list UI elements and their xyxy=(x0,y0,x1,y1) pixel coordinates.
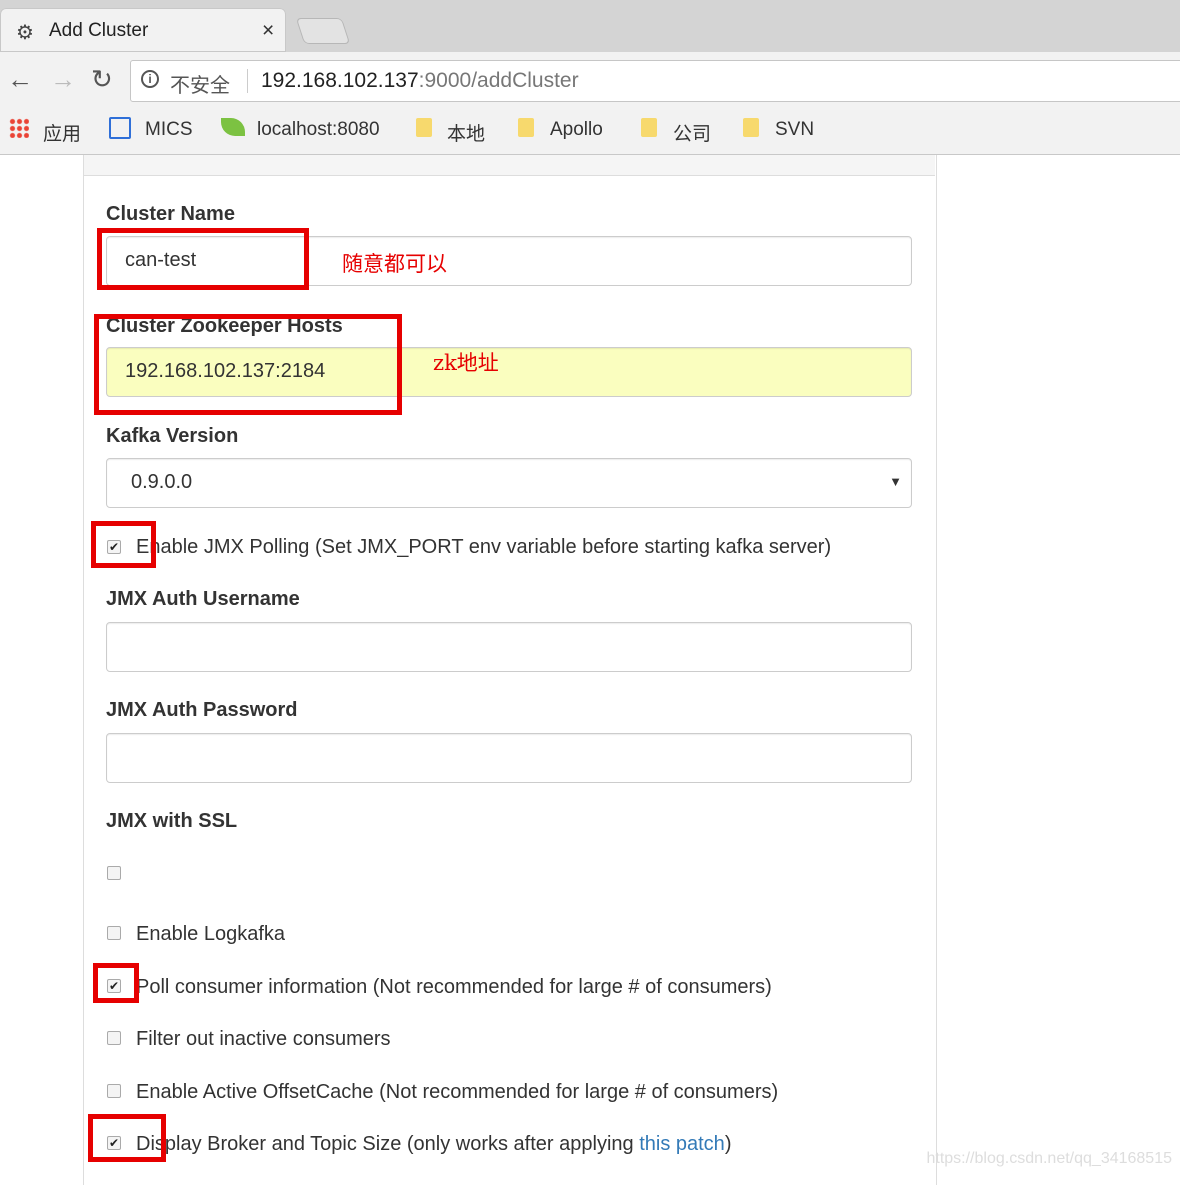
apps-grid-icon xyxy=(9,118,29,138)
jmx-username-input[interactable] xyxy=(106,622,912,672)
security-label[interactable]: 不安全 xyxy=(170,69,230,98)
filter-inactive-checkbox[interactable] xyxy=(107,1031,121,1045)
back-icon[interactable]: ← xyxy=(7,66,33,92)
jmx-username-label: JMX Auth Username xyxy=(106,588,300,610)
folder-icon xyxy=(518,118,534,137)
info-icon[interactable]: i xyxy=(141,70,159,88)
cluster-name-label: Cluster Name xyxy=(106,203,235,225)
offset-cache-checkbox[interactable] xyxy=(107,1084,121,1098)
poll-consumer-label: Poll consumer information (Not recommend… xyxy=(136,976,772,998)
bookmark-label: SVN xyxy=(775,119,815,140)
jmx-ssl-checkbox[interactable] xyxy=(107,866,121,880)
enable-logkafka-label: Enable Logkafka xyxy=(136,923,286,945)
bookmark-label: Apollo xyxy=(550,119,603,140)
display-size-text-end: ) xyxy=(724,1133,732,1155)
watermark: https://blog.csdn.net/qq_34168515 xyxy=(926,1150,1172,1167)
kafka-version-label: Kafka Version xyxy=(106,425,239,447)
panel-heading xyxy=(84,155,935,176)
folder-icon xyxy=(416,118,432,137)
filter-inactive-label: Filter out inactive consumers xyxy=(136,1028,391,1050)
kafka-version-value: 0.9.0.0 xyxy=(131,471,193,493)
chevron-down-icon: ▼ xyxy=(889,474,902,489)
tab-close-icon[interactable]: × xyxy=(262,19,274,43)
annotation-box-jmx xyxy=(91,521,156,568)
kafka-manager-tab-icon: ⚙ xyxy=(16,22,34,44)
bookmark-label: MICS xyxy=(145,119,193,140)
forward-icon[interactable]: → xyxy=(50,66,76,92)
jmx-password-label: JMX Auth Password xyxy=(106,699,298,721)
tab-add-cluster[interactable]: ⚙ Add Cluster × xyxy=(0,8,286,52)
annotation-zk-note: zk地址 xyxy=(433,351,499,375)
annotation-box-poll xyxy=(93,963,139,1003)
bookmark-label: 本地 xyxy=(447,124,486,145)
address-bar[interactable]: i 不安全 192.168.102.137:9000/addCluster xyxy=(130,60,1180,102)
display-size-label: Display Broker and Topic Size (only work… xyxy=(136,1133,731,1156)
bookmark-label: localhost:8080 xyxy=(257,119,380,140)
bookmark-label: 公司 xyxy=(673,124,712,145)
enable-jmx-label: Enable JMX Polling (Set JMX_PORT env var… xyxy=(136,536,832,558)
new-tab-button[interactable] xyxy=(295,18,351,44)
display-size-text: Display Broker and Topic Size (only work… xyxy=(136,1133,640,1155)
annotation-box-cluster-name xyxy=(97,228,309,290)
mics-logo-icon xyxy=(109,117,131,139)
folder-icon xyxy=(641,118,657,137)
bookmark-label: 应用 xyxy=(43,124,82,145)
annotation-box-zk xyxy=(94,314,402,415)
this-patch-link[interactable]: this patch xyxy=(639,1133,725,1155)
annotation-box-display-size xyxy=(88,1114,166,1162)
tab-title: Add Cluster xyxy=(49,20,149,41)
reload-icon[interactable]: ↻ xyxy=(91,66,113,92)
omnibox-divider xyxy=(247,69,248,93)
annotation-name-note: 随意都可以 xyxy=(342,252,447,276)
jmx-password-input[interactable] xyxy=(106,733,912,783)
url-path: :9000/addCluster xyxy=(418,69,579,92)
url-text[interactable]: 192.168.102.137:9000/addCluster xyxy=(261,69,579,93)
offset-cache-label: Enable Active OffsetCache (Not recommend… xyxy=(136,1081,779,1103)
url-host: 192.168.102.137 xyxy=(261,69,419,92)
kafka-version-select[interactable]: 0.9.0.0 ▼ xyxy=(106,458,912,508)
enable-logkafka-checkbox[interactable] xyxy=(107,926,121,940)
jmx-ssl-label: JMX with SSL xyxy=(106,810,238,832)
folder-icon xyxy=(743,118,759,137)
